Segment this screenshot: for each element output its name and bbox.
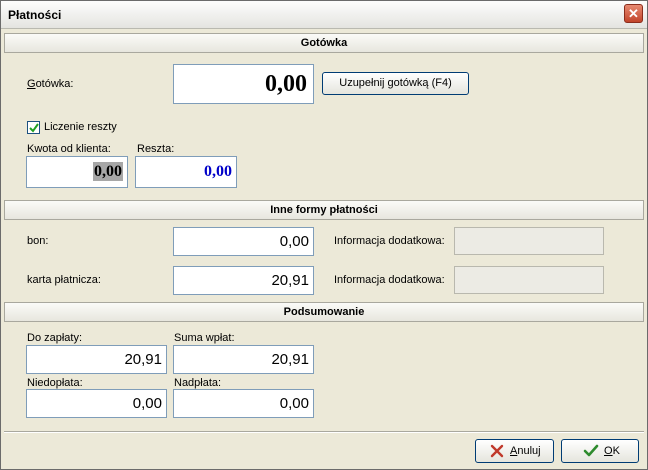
card-label: karta płatnicza:: [27, 274, 101, 286]
section-summary-header: Podsumowanie: [4, 302, 644, 322]
change-checkbox-label: Liczenie reszty: [44, 121, 117, 133]
change-value-field: 0,00: [135, 156, 237, 188]
cash-input[interactable]: 0,00: [173, 64, 314, 104]
ok-label: OK: [604, 445, 620, 457]
card-input[interactable]: 20,91: [173, 266, 314, 295]
overpaid-label: Nadpłata:: [174, 377, 222, 389]
card-info-input[interactable]: [454, 266, 604, 294]
cash-label: Gotówka:: [27, 78, 74, 90]
voucher-info-label: Informacja dodatkowa:: [334, 235, 445, 247]
close-button[interactable]: ✕: [624, 4, 643, 23]
cancel-x-icon: [490, 444, 504, 458]
window-title: Płatności: [8, 8, 62, 22]
fill-cash-button[interactable]: Uzupełnij gotówką (F4): [322, 72, 469, 95]
title-bar: Płatności ✕: [1, 1, 647, 29]
overpaid-value: 0,00: [173, 389, 314, 418]
underpaid-label: Niedopłata:: [27, 377, 83, 389]
section-other-header: Inne formy płatności: [4, 200, 644, 220]
paid-sum-value: 20,91: [173, 345, 314, 374]
section-cash-header: Gotówka: [4, 33, 644, 53]
change-checkbox[interactable]: [27, 121, 40, 134]
close-icon: ✕: [628, 6, 639, 21]
ok-check-icon: [583, 444, 599, 457]
ok-button[interactable]: OK: [561, 439, 639, 463]
checkmark-icon: [29, 123, 39, 133]
voucher-info-input[interactable]: [454, 227, 604, 255]
client-amount-input[interactable]: 0,00: [26, 156, 128, 188]
voucher-label: bon:: [27, 235, 49, 247]
change-label: Reszta:: [137, 143, 175, 155]
client-amount-value: 0,00: [93, 162, 123, 181]
to-pay-value: 20,91: [26, 345, 167, 374]
payments-window: Płatności ✕ Gotówka Gotówka: 0,00 Uzupeł…: [0, 0, 648, 470]
footer-divider: [4, 431, 644, 433]
underpaid-value: 0,00: [26, 389, 167, 418]
client-amount-label: Kwota od klienta:: [27, 143, 111, 155]
paid-sum-label: Suma wpłat:: [174, 332, 235, 344]
card-info-label: Informacja dodatkowa:: [334, 274, 445, 286]
voucher-input[interactable]: 0,00: [173, 227, 314, 256]
to-pay-label: Do zapłaty:: [27, 332, 83, 344]
cancel-button[interactable]: Anuluj: [475, 439, 554, 463]
cancel-label: Anuluj: [510, 445, 541, 457]
